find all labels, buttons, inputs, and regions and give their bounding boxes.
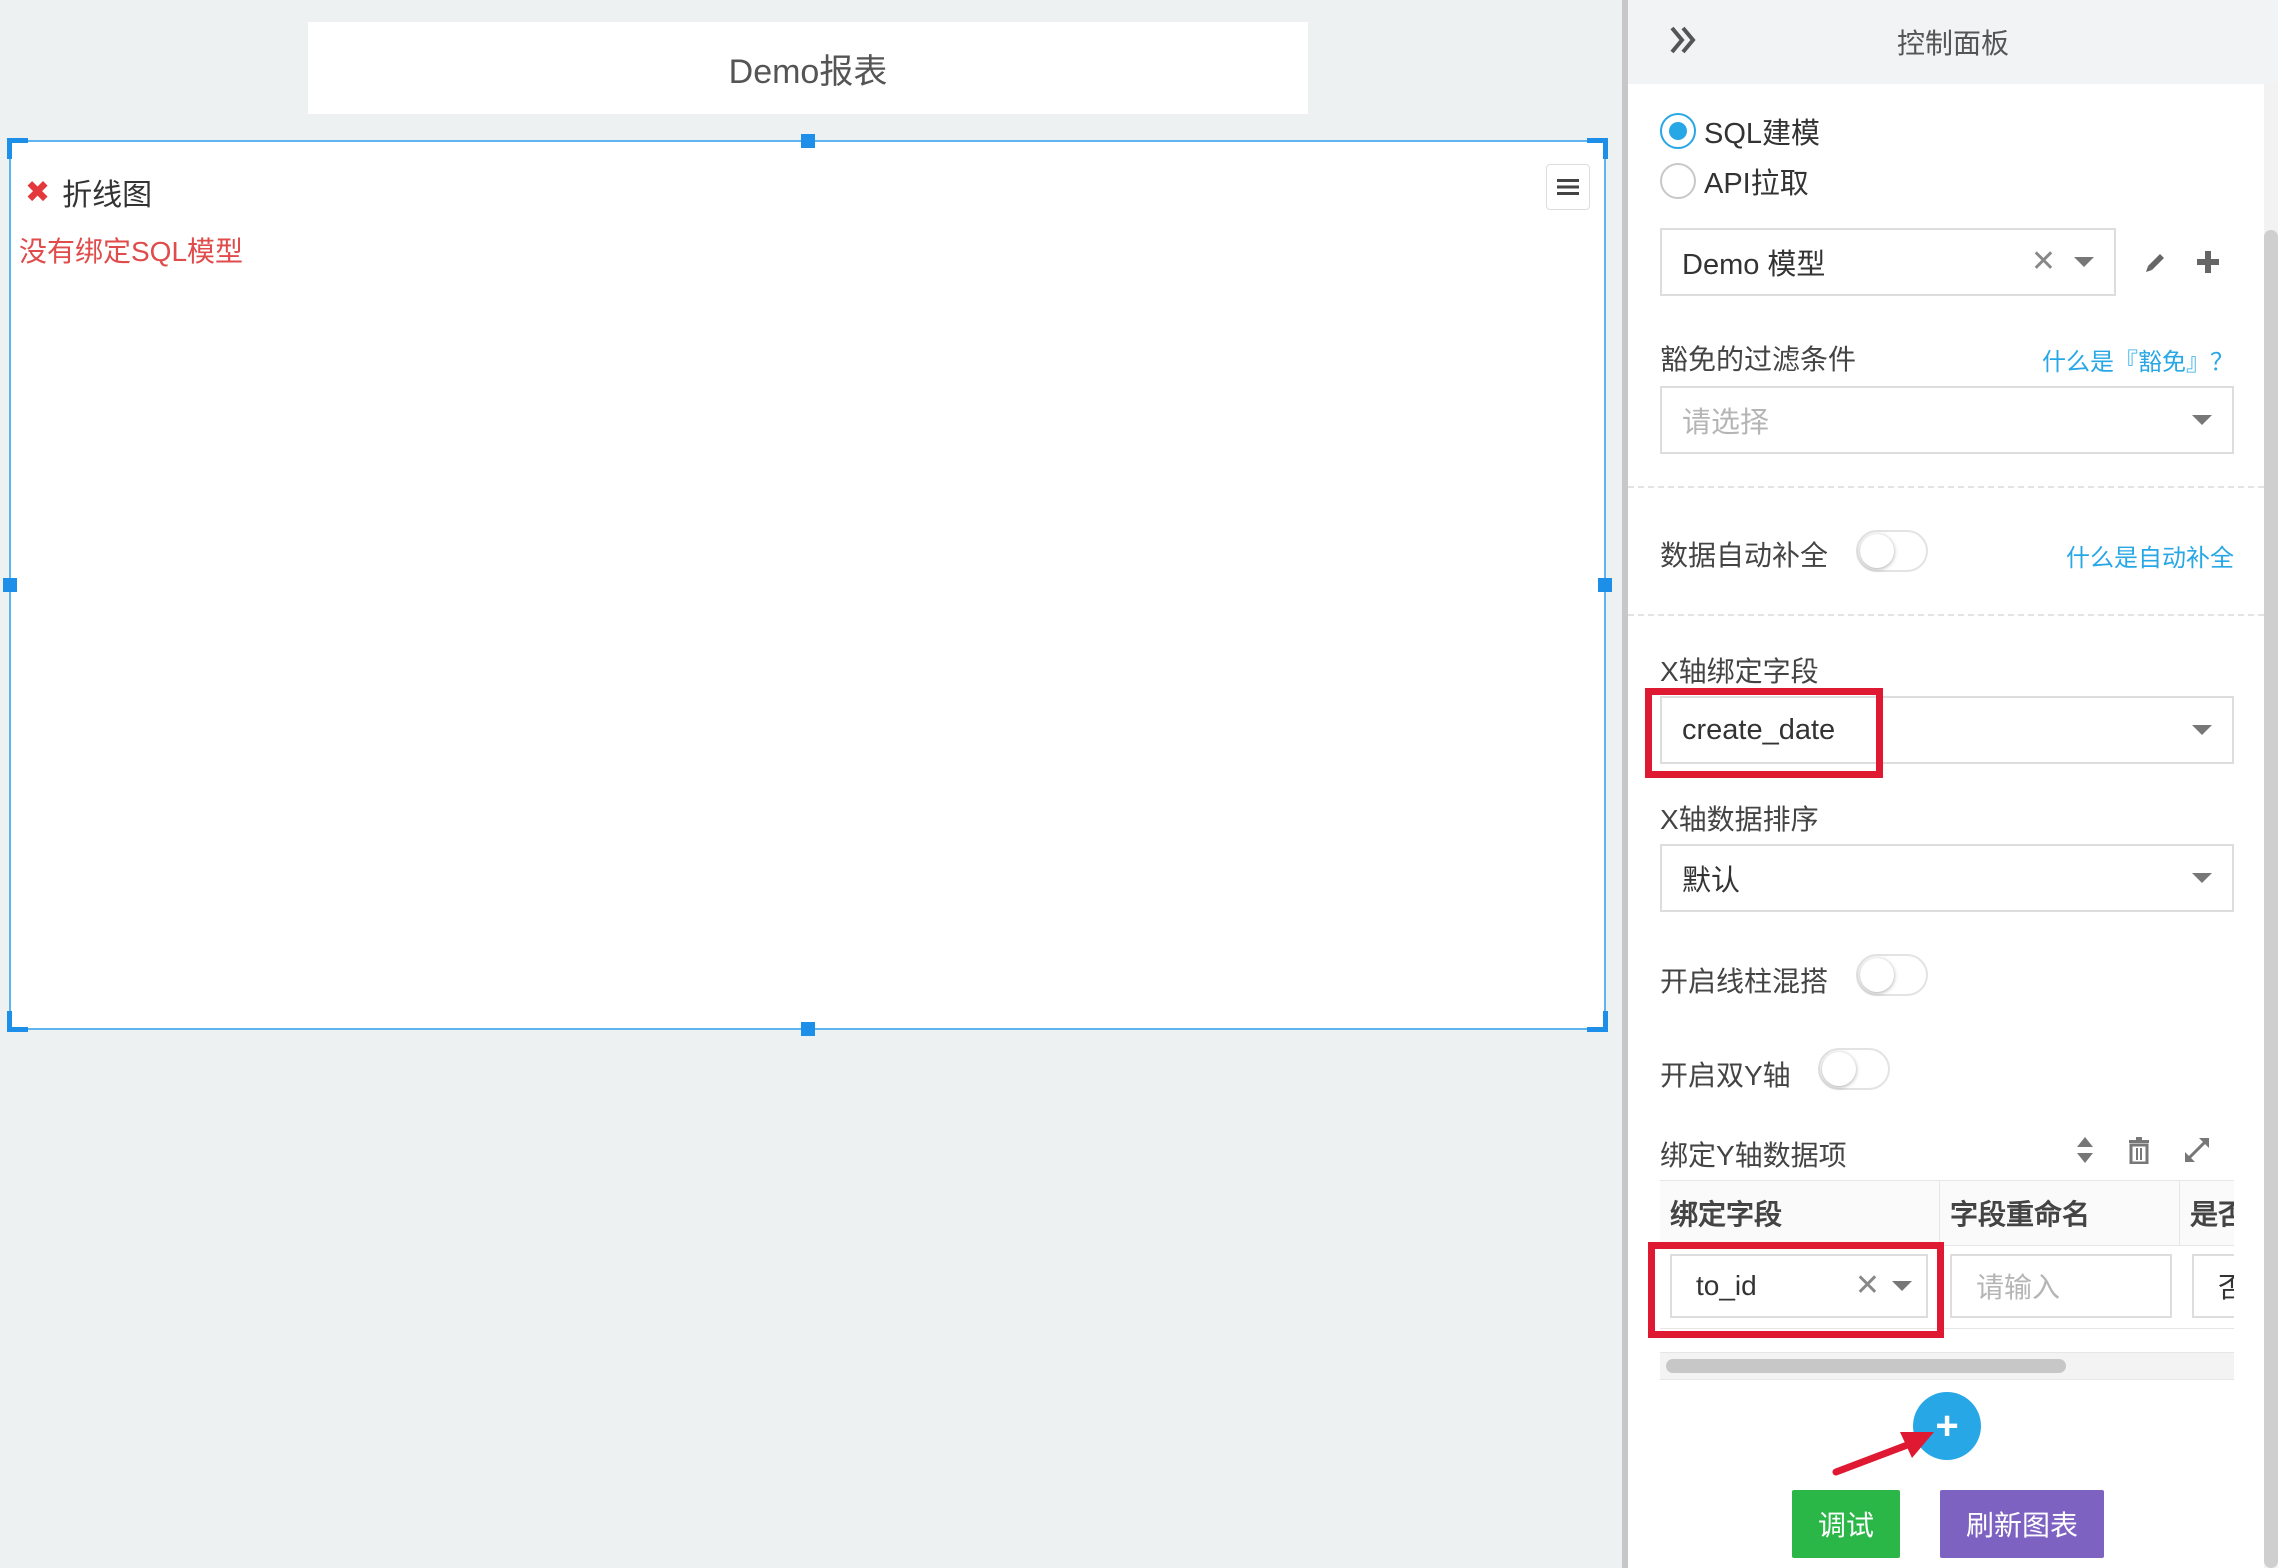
debug-button[interactable]: 调试 <box>1792 1490 1900 1558</box>
radio-selected-icon <box>1660 113 1696 149</box>
filter-help-link[interactable]: 什么是『豁免』？ <box>2042 342 2234 377</box>
error-icon: ✖ <box>25 175 51 209</box>
double-chevron-right-icon <box>1670 26 1696 54</box>
chevron-down-icon <box>2074 257 2094 267</box>
column-header: 是否 <box>2180 1181 2234 1245</box>
y-items-label: 绑定Y轴数据项 <box>1660 1140 1847 1171</box>
rename-placeholder: 请输入 <box>1976 1272 2061 1303</box>
resize-handle-bottom[interactable] <box>801 1022 815 1036</box>
edit-model-button[interactable] <box>2138 244 2174 280</box>
chevron-down-icon <box>2192 415 2212 425</box>
clear-icon[interactable]: ✕ <box>2031 247 2056 277</box>
dual-y-toggle[interactable] <box>1818 1048 1890 1090</box>
model-select[interactable]: Demo 模型 ✕ <box>1660 228 2116 296</box>
panel-title: 控制面板 <box>1896 28 2009 59</box>
rename-input[interactable]: 请输入 <box>1950 1254 2172 1318</box>
resize-corner-top-left[interactable] <box>7 138 28 159</box>
flag-value: 否 <box>2218 1272 2234 1303</box>
report-title: Demo报表 <box>308 22 1308 114</box>
table-header: 绑定字段 字段重命名 是否 <box>1660 1180 2234 1246</box>
radio-api-pull[interactable]: API拉取 <box>1660 160 1809 202</box>
auto-fill-help-link[interactable]: 什么是自动补全 <box>2066 538 2234 573</box>
resize-corner-bottom-right[interactable] <box>1587 1011 1608 1032</box>
refresh-chart-button[interactable]: 刷新图表 <box>1940 1490 2104 1558</box>
radio-label: SQL建模 <box>1704 118 1821 150</box>
chevron-down-icon <box>2192 873 2212 883</box>
x-field-label: X轴绑定字段 <box>1660 656 1819 687</box>
trash-icon <box>2129 1137 2149 1164</box>
section-divider <box>1628 614 2264 616</box>
radio-label: API拉取 <box>1704 168 1809 200</box>
flag-select[interactable]: 否 <box>2192 1254 2234 1318</box>
widget-header: ✖ 折线图 <box>25 170 152 214</box>
resize-handle-top[interactable] <box>801 134 815 148</box>
auto-fill-label: 数据自动补全 <box>1660 540 1829 571</box>
pencil-icon <box>2146 254 2164 272</box>
highlight-y-field <box>1648 1242 1944 1338</box>
collapse-panel-button[interactable] <box>1668 22 1698 63</box>
panel-scrollbar-thumb[interactable] <box>2264 230 2278 1568</box>
resize-handle-right[interactable] <box>1598 578 1612 592</box>
expand-icon <box>2185 1138 2209 1162</box>
table-hscroll-thumb[interactable] <box>1666 1359 2066 1373</box>
filter-select[interactable]: 请选择 <box>1660 386 2234 454</box>
chevron-down-icon <box>2192 725 2212 735</box>
model-select-value: Demo 模型 <box>1682 249 1826 281</box>
delete-button[interactable] <box>2122 1132 2156 1168</box>
column-header: 字段重命名 <box>1940 1181 2180 1245</box>
plus-icon <box>2197 251 2219 273</box>
sort-icon <box>2077 1137 2093 1163</box>
dual-y-label: 开启双Y轴 <box>1660 1060 1791 1091</box>
radio-sql-model[interactable]: SQL建模 <box>1660 110 1820 152</box>
resize-handle-left[interactable] <box>3 578 17 592</box>
auto-fill-toggle[interactable] <box>1856 530 1928 572</box>
line-bar-mix-label: 开启线柱混搭 <box>1660 966 1829 997</box>
hamburger-icon <box>1557 179 1579 195</box>
line-bar-mix-toggle[interactable] <box>1856 954 1928 996</box>
x-sort-value: 默认 <box>1682 865 1741 897</box>
highlight-x-field <box>1645 688 1883 778</box>
widget-title: 折线图 <box>62 179 153 212</box>
filter-placeholder: 请选择 <box>1682 407 1770 439</box>
annotation-arrow-icon <box>1832 1432 1934 1476</box>
table-hscroll-track[interactable] <box>1660 1352 2234 1380</box>
column-header: 绑定字段 <box>1660 1181 1940 1245</box>
resize-corner-bottom-left[interactable] <box>7 1011 28 1032</box>
resize-corner-top-right[interactable] <box>1587 138 1608 159</box>
sort-button[interactable] <box>2068 1132 2102 1168</box>
widget-menu-button[interactable] <box>1546 164 1590 210</box>
add-model-button[interactable] <box>2190 244 2226 280</box>
x-sort-select[interactable]: 默认 <box>1660 844 2234 912</box>
line-chart-widget[interactable]: ✖ 折线图 没有绑定SQL模型 <box>3 134 1612 1036</box>
radio-unselected-icon <box>1660 163 1696 199</box>
widget-error-message: 没有绑定SQL模型 <box>19 236 244 267</box>
section-divider <box>1628 486 2264 488</box>
filter-label: 豁免的过滤条件 <box>1660 344 1857 375</box>
expand-button[interactable] <box>2180 1132 2214 1168</box>
x-sort-label: X轴数据排序 <box>1660 804 1819 835</box>
panel-header: 控制面板 <box>1628 0 2278 84</box>
